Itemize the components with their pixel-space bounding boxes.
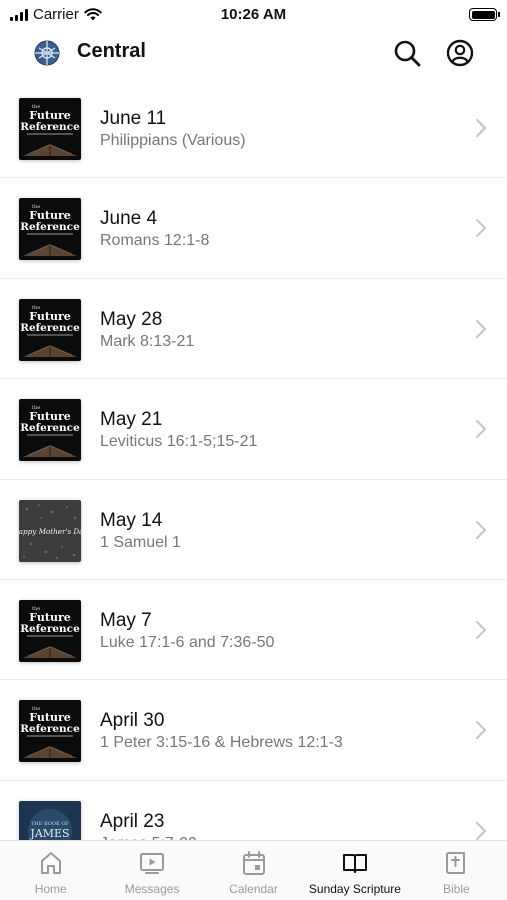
future-reference-artwork: theFutureReference — [19, 298, 81, 361]
search-icon[interactable] — [392, 38, 422, 68]
chevron-right-icon — [476, 119, 486, 137]
sermon-thumbnail: THE BOOK OF JAMES — [19, 800, 81, 840]
sermon-row[interactable]: the Future Reference June 4 Romans 12:1-8 — [0, 178, 507, 279]
book-of-james-artwork: THE BOOK OFJAMES — [19, 800, 81, 840]
play-icon — [140, 853, 165, 874]
future-reference-artwork: theFutureReference — [19, 399, 81, 462]
sermon-date: May 28 — [100, 308, 163, 330]
sermon-list: the Future Reference June 11 Philippians (Va… — [0, 78, 507, 840]
battery-icon — [469, 8, 500, 21]
app-header: Central — [0, 28, 507, 78]
status-bar: Carrier 10:26 AM — [0, 0, 507, 28]
sermon-thumbnail: the Future Reference — [19, 298, 81, 361]
tab-bible[interactable]: Bible — [406, 841, 507, 900]
sermon-row[interactable]: the Future Reference June 11 Philippians (Va… — [0, 78, 507, 179]
svg-text:JAMES: JAMES — [29, 827, 69, 840]
chevron-right-icon — [476, 721, 486, 740]
sermon-scripture: Luke 17:1-6 and 7:36-50 — [100, 633, 275, 651]
sermon-date: April 23 — [100, 810, 165, 832]
tab-bar: Home Messages Calendar Sunday Scripture Bibl… — [0, 840, 507, 900]
chevron-right-icon — [476, 219, 486, 238]
sermon-row[interactable]: Happy Mother's Day May 14 1 Samuel 1 — [0, 480, 507, 580]
sermon-row[interactable]: THE BOOK OFJAMESApril 23James 5:7-20 — [0, 781, 507, 840]
sermon-scripture: Romans 12:1-8 — [100, 232, 210, 250]
sermon-date: May 21 — [100, 409, 163, 431]
future-reference-artwork: theFutureReference — [19, 198, 81, 261]
sermon-date: June 11 — [100, 108, 167, 129]
tab-calendar[interactable]: Calendar — [203, 841, 304, 900]
sermon-scripture: Leviticus 16:1-5;15-21 — [100, 433, 258, 451]
svg-text:Reference: Reference — [20, 221, 80, 233]
bible-icon — [446, 852, 466, 874]
svg-text:Reference: Reference — [20, 322, 80, 334]
chevron-right-icon — [476, 319, 486, 338]
sermon-scripture: Philippians (Various) — [100, 132, 246, 149]
sermon-row[interactable]: the Future Reference May 28 Mark 8:13-21 — [0, 279, 507, 380]
tab-messages[interactable]: Messages — [101, 841, 202, 900]
sermon-date: May 7 — [100, 609, 152, 631]
sermon-scripture: 1 Peter 3:15-16 & Hebrews 12:1-3 — [100, 734, 343, 752]
svg-text:Reference: Reference — [20, 623, 80, 635]
sermon-thumbnail: the Future Reference — [19, 399, 81, 462]
sermon-scripture: 1 Samuel 1 — [100, 533, 181, 551]
svg-text:Reference: Reference — [20, 422, 80, 434]
svg-text:Reference: Reference — [20, 723, 80, 735]
account-icon[interactable] — [445, 38, 475, 68]
mothers-day-artwork: Happy Mother's Day — [19, 499, 81, 562]
sermon-date: April 30 — [100, 710, 165, 732]
tab-label: Calendar — [229, 882, 278, 896]
svg-text:Reference: Reference — [20, 121, 80, 133]
sermon-row[interactable]: the Future Reference May 21 Leviticus 16:1-5… — [0, 379, 507, 480]
book-icon — [342, 854, 367, 873]
sermon-row[interactable]: the Future Reference April 30 1 Peter 3:15-1… — [0, 680, 507, 781]
page-title: Central — [77, 40, 146, 62]
clock: 10:26 AM — [220, 6, 287, 23]
tab-label: Messages — [124, 882, 180, 896]
chevron-right-icon — [476, 620, 486, 639]
church-logo-icon — [34, 40, 60, 66]
future-reference-artwork: theFutureReference — [19, 700, 81, 763]
tab-sunday-scripture[interactable]: Sunday Scripture — [304, 841, 405, 900]
sermon-thumbnail: Happy Mother's Day — [19, 499, 81, 562]
tab-label: Bible — [442, 882, 470, 896]
sermon-scripture: Mark 8:13-21 — [100, 332, 195, 350]
future-reference-artwork: theFutureReference — [19, 98, 81, 160]
tab-label: Home — [34, 882, 67, 896]
future-reference-artwork: theFutureReference — [19, 599, 81, 662]
sermon-thumbnail: the Future Reference — [19, 198, 81, 261]
home-icon — [40, 852, 61, 874]
tab-label: Sunday Scripture — [308, 882, 401, 896]
chevron-right-icon — [476, 821, 486, 840]
sermon-date: June 4 — [100, 208, 158, 230]
sermon-thumbnail: the Future Reference — [19, 700, 81, 763]
calendar-icon — [242, 851, 265, 875]
sermon-thumbnail: the Future Reference — [19, 599, 81, 662]
sermon-date: May 14 — [100, 509, 163, 531]
tab-home[interactable]: Home — [0, 841, 101, 900]
chevron-right-icon — [476, 420, 486, 439]
chevron-right-icon — [476, 520, 486, 539]
svg-text:Happy Mother's Day: Happy Mother's Day — [19, 527, 81, 536]
sermon-row[interactable]: the Future Reference May 7 Luke 17:1-6 and 7… — [0, 580, 507, 681]
sermon-thumbnail: the Future Reference — [19, 98, 81, 160]
